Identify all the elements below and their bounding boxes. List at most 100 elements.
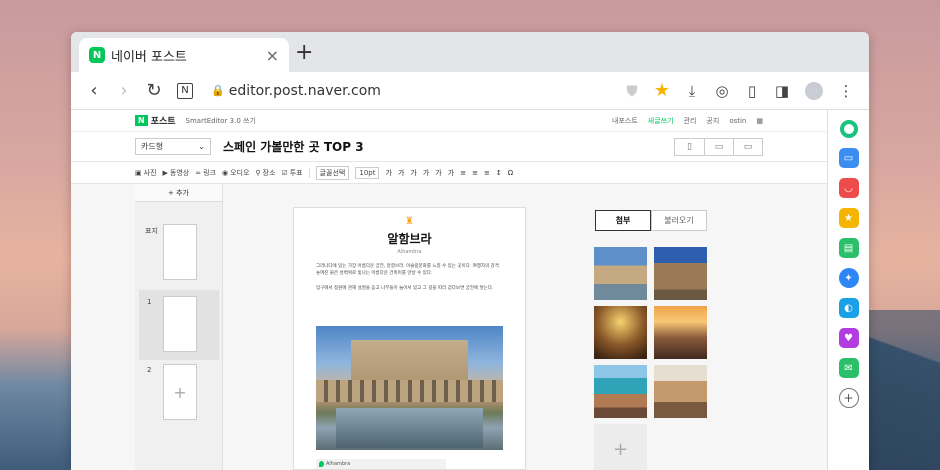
url-field[interactable]: editor.post.naver.com [229,83,617,99]
reload-icon[interactable]: ↻ [139,80,169,101]
insert-link-button[interactable]: ∞ 링크 [195,168,216,178]
calendar-icon[interactable]: ▭ [838,148,859,168]
naver-favicon-icon: N [89,47,105,63]
tab-load[interactable]: 불러오기 [651,210,707,231]
photo-colonnade [316,380,503,402]
messenger-icon[interactable]: ✦ [838,268,859,288]
align-right-icon[interactable]: ≡ [484,169,490,177]
photo-pool [336,408,483,448]
plus-icon: + [612,438,629,460]
mail-icon[interactable]: ✉ [838,358,859,378]
device-preview: ▯ ▭ ▭ [674,137,763,156]
link-my-post[interactable]: 내포스트 [612,116,638,126]
align-left-icon[interactable]: ≡ [460,169,466,177]
add-page-thumb[interactable]: + [163,364,197,420]
insert-vote-button[interactable]: ☑ 투표 [281,168,302,178]
special-char-icon[interactable]: Ω [508,169,513,177]
plus-icon: + [168,188,177,197]
card-paragraph-2[interactable]: 입구에서 정원에 관해 설명을 듣고 나무들이 늘어서 있고 그 길을 따라 걷… [294,285,525,292]
bg-color-button[interactable]: 가 [448,168,454,178]
editor-titlebar: 카드형 ⌄ 스페인 가볼만한 곳 TOP 3 ▯ ▭ ▭ [71,132,827,162]
bold-button[interactable]: 가 [385,168,391,178]
add-photo-button[interactable]: + [594,424,647,470]
photo-thumb[interactable] [654,306,707,359]
insert-photo-button[interactable]: ▣ 사진 [135,168,157,178]
page-thumb-1[interactable] [163,296,197,352]
card-title[interactable]: 알함브라 [294,230,525,247]
template-select[interactable]: 카드형 ⌄ [135,138,211,155]
add-page-button[interactable]: + 추가 [135,184,222,202]
underline-button[interactable]: 가 [410,168,416,178]
lock-icon: 🔒 [211,84,225,97]
align-center-icon[interactable]: ≡ [472,169,478,177]
strike-button[interactable]: 가 [423,168,429,178]
back-icon[interactable]: ‹ [79,80,109,101]
attach-tabs: 첨부 불러오기 [595,210,707,231]
attach-panel: 첨부 불러오기 [595,210,707,231]
profile-avatar[interactable] [805,81,823,100]
page-canvas[interactable]: ♜ 알함브라 Alhambra 그라나다에 있는 가장 아름다운 궁전, 알함브… [293,207,526,470]
bookmark-star-icon[interactable]: ★ [647,80,677,101]
download-icon[interactable]: ⤓ [677,82,707,100]
italic-button[interactable]: 가 [398,168,404,178]
naver-logo-icon[interactable]: N [135,115,148,126]
toolbar-divider [308,167,310,178]
music-icon[interactable]: ◐ [838,298,859,318]
photo-thumb[interactable] [594,306,647,359]
reader-icon[interactable]: ▯ [737,82,767,100]
location-chip[interactable]: Alhambra [316,459,446,469]
pocket-icon[interactable]: ◡ [838,178,859,198]
money-icon[interactable]: ▤ [838,238,859,258]
page-thumb-cover[interactable] [163,224,197,280]
card-photo[interactable] [316,326,503,450]
audio-icon: ◉ [221,168,229,177]
new-tab-icon[interactable]: + [295,40,313,65]
photo-thumb[interactable] [654,247,707,300]
page-list: + 추가 표지 1 2 + [135,184,223,470]
text-color-button[interactable]: 가 [435,168,441,178]
favorites-icon[interactable]: ★ [838,208,859,228]
insert-place-button[interactable]: ⚲ 장소 [255,168,275,178]
apps-grid-icon[interactable]: ▦ [756,117,763,125]
close-tab-icon[interactable]: × [266,46,279,65]
font-size-select[interactable]: 10pt [355,166,380,179]
template-select-value: 카드형 [141,142,164,151]
browser-tab[interactable]: N 네이버 포스트 × [79,38,289,72]
add-sidebar-icon[interactable]: + [838,388,859,408]
whale-space-icon[interactable] [839,120,858,138]
tab-attach[interactable]: 첨부 [595,210,651,231]
line-spacing-icon[interactable]: ↕ [496,169,502,177]
document-title[interactable]: 스페인 가볼만한 곳 TOP 3 [223,138,674,155]
insert-video-button[interactable]: ▶ 동영상 [163,168,190,178]
editor-toolbar: ▣ 사진 ▶ 동영상 ∞ 링크 ◉ 오디오 ⚲ 장소 ☑ 투표 글꼴선택 10pt 가 가 … [71,162,827,184]
sidebar-icon[interactable]: ◨ [767,82,797,100]
shield-icon[interactable]: ⛊ [617,82,647,100]
desktop-preview-icon[interactable]: ▭ [733,138,762,155]
home-icon[interactable]: N [177,82,193,99]
photo-thumb[interactable] [594,247,647,300]
link-manage[interactable]: 관리 [684,116,697,126]
card-subtitle[interactable]: Alhambra [294,249,525,255]
tab-title: 네이버 포스트 [111,49,187,65]
browser-sidebar: ▭ ◡ ★ ▤ ✦ ◐ ♥ ✉ + [827,110,869,470]
heart-icon[interactable]: ♥ [838,328,859,348]
brand-name[interactable]: 포스트 [151,114,176,127]
insert-audio-button[interactable]: ◉ 오디오 [222,168,249,178]
font-select[interactable]: 글꼴선택 [315,165,350,180]
photo-thumb[interactable] [594,365,647,418]
link-notice[interactable]: 공지 [706,116,719,126]
tablet-preview-icon[interactable]: ▭ [704,138,733,155]
page-content: N 포스트 SmartEditor 3.0 쓰기 내포스트 새글쓰기 관리 공지… [71,110,869,470]
menu-icon[interactable]: ⋮ [831,82,861,100]
mobile-preview-icon[interactable]: ▯ [675,139,704,155]
link-icon: ∞ [195,168,202,177]
link-user[interactable]: ostin [729,117,746,125]
camera-icon[interactable]: ◎ [707,82,737,100]
forward-icon[interactable]: › [109,80,139,101]
chevron-down-icon: ⌄ [198,142,205,151]
link-new-post[interactable]: 새글쓰기 [648,116,674,126]
card-paragraph-1[interactable]: 그라나다에 있는 가장 아름다운 궁전, 알함브라. 이슬람문화를 느낄 수 있… [294,263,525,277]
map-pin-icon [319,461,324,467]
browser-window: N 네이버 포스트 × + ‹ › ↻ N 🔒 editor.post.nave… [71,32,869,470]
photo-thumb[interactable] [654,365,707,418]
